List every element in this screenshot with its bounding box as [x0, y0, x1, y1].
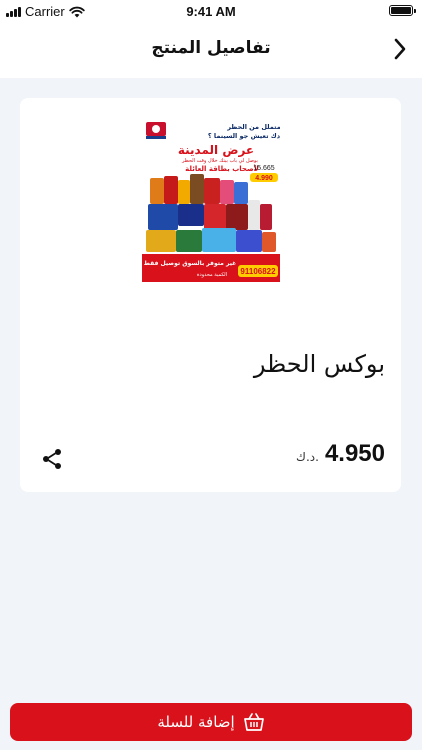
back-button[interactable]: [388, 36, 412, 62]
headline-top: متملل من الحظر: [226, 123, 280, 131]
basket-icon: [243, 713, 264, 731]
share-button[interactable]: [40, 447, 64, 471]
offer-title: عرض المدينة: [178, 143, 254, 157]
status-time: 9:41 AM: [186, 4, 236, 19]
image-note: غير متوفر بالسوق توصيل فقط: [144, 260, 237, 267]
status-bar: Carrier 9:41 AM: [0, 0, 422, 22]
price-row: د.ك. 4.950: [296, 440, 385, 468]
battery-icon: [389, 5, 416, 16]
delivery-line: بوصل لي باب بيتك خلال وقت الحظر: [181, 158, 258, 164]
product-image[interactable]: متملل من الحظر ودك تعيش جو السينما ؟ عرض…: [142, 120, 280, 282]
phone-number: 91106822: [240, 267, 276, 276]
brand-logo: [146, 122, 166, 139]
navigation-bar: تفاصيل المنتج: [0, 22, 422, 78]
new-price: 4.990: [255, 175, 273, 182]
chevron-right-icon: [394, 38, 406, 60]
price-value: 4.950: [324, 440, 385, 467]
headline-sub: ودك تعيش جو السينما ؟: [208, 132, 280, 140]
product-name: بوكس الحظر: [253, 350, 385, 378]
share-icon: [43, 449, 61, 469]
add-to-cart-button[interactable]: إضافة للسلة: [10, 703, 412, 741]
product-card: متملل من الحظر ودك تعيش جو السينما ؟ عرض…: [20, 98, 401, 492]
limited-quantity: الكمية محدودة: [197, 272, 227, 278]
product-image-graphic: متملل من الحظر ودك تعيش جو السينما ؟ عرض…: [142, 120, 280, 282]
old-price: 15.665: [253, 165, 275, 172]
members-line: لأصحاب بطاقة العائلة: [185, 164, 259, 173]
page-title: تفاصيل المنتج: [151, 38, 271, 58]
add-to-cart-label: إضافة للسلة: [157, 713, 235, 731]
price-currency: د.ك.: [296, 450, 319, 464]
